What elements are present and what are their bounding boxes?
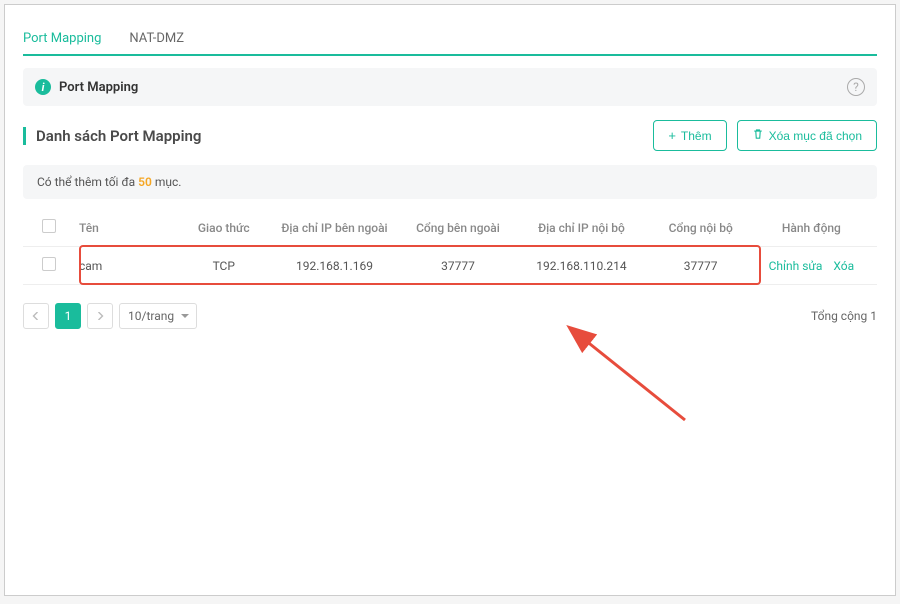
section-heading: Danh sách Port Mapping xyxy=(23,127,201,145)
cell-ext-ip: 192.168.1.169 xyxy=(266,259,402,273)
row-checkbox[interactable] xyxy=(42,257,56,271)
pagination: 1 10/trang Tổng cộng 1 xyxy=(23,303,877,329)
cell-int-port: 37777 xyxy=(650,259,752,273)
port-mapping-table: Tên Giao thức Địa chỉ IP bên ngoài Cổng … xyxy=(23,209,877,285)
delete-link[interactable]: Xóa xyxy=(833,259,854,273)
col-header-ext-ip: Địa chỉ IP bên ngoài xyxy=(266,221,402,235)
cell-ext-port: 37777 xyxy=(403,259,514,273)
delete-selected-button[interactable]: Xóa mục đã chọn xyxy=(737,120,877,151)
col-header-ext-port: Cổng bên ngoài xyxy=(403,221,514,235)
arrow-annotation xyxy=(560,325,700,435)
add-button[interactable]: + Thêm xyxy=(653,120,726,151)
plus-icon: + xyxy=(668,129,676,142)
select-all-checkbox[interactable] xyxy=(42,219,56,233)
add-button-label: Thêm xyxy=(681,129,712,143)
help-icon[interactable]: ? xyxy=(847,78,865,96)
col-header-protocol: Giao thức xyxy=(181,221,266,235)
cell-int-ip: 192.168.110.214 xyxy=(513,259,649,273)
total-count-label: Tổng cộng 1 xyxy=(811,309,877,323)
table-header-row: Tên Giao thức Địa chỉ IP bên ngoài Cổng … xyxy=(23,209,877,247)
per-page-select[interactable]: 10/trang xyxy=(119,303,197,329)
col-header-actions: Hành động xyxy=(752,221,871,235)
table-row: cam TCP 192.168.1.169 37777 192.168.110.… xyxy=(23,247,877,285)
col-header-int-port: Cổng nội bộ xyxy=(650,221,752,235)
info-icon: i xyxy=(35,79,51,95)
cell-name: cam xyxy=(69,259,181,273)
tab-nat-dmz[interactable]: NAT-DMZ xyxy=(129,25,184,54)
prev-page-button[interactable] xyxy=(23,303,49,329)
trash-icon xyxy=(752,128,764,143)
max-items-note: Có thể thêm tối đa 50 mục. xyxy=(23,165,877,199)
edit-link[interactable]: Chỉnh sửa xyxy=(769,259,823,273)
tabs-bar: Port Mapping NAT-DMZ xyxy=(23,25,877,56)
info-banner: i Port Mapping ? xyxy=(23,68,877,106)
next-page-button[interactable] xyxy=(87,303,113,329)
tab-port-mapping[interactable]: Port Mapping xyxy=(23,25,101,54)
delete-selected-label: Xóa mục đã chọn xyxy=(769,129,862,143)
banner-title: Port Mapping xyxy=(59,80,138,95)
cell-protocol: TCP xyxy=(181,259,266,273)
page-1-button[interactable]: 1 xyxy=(55,303,81,329)
col-header-name: Tên xyxy=(69,221,181,235)
col-header-int-ip: Địa chỉ IP nội bộ xyxy=(513,221,649,235)
